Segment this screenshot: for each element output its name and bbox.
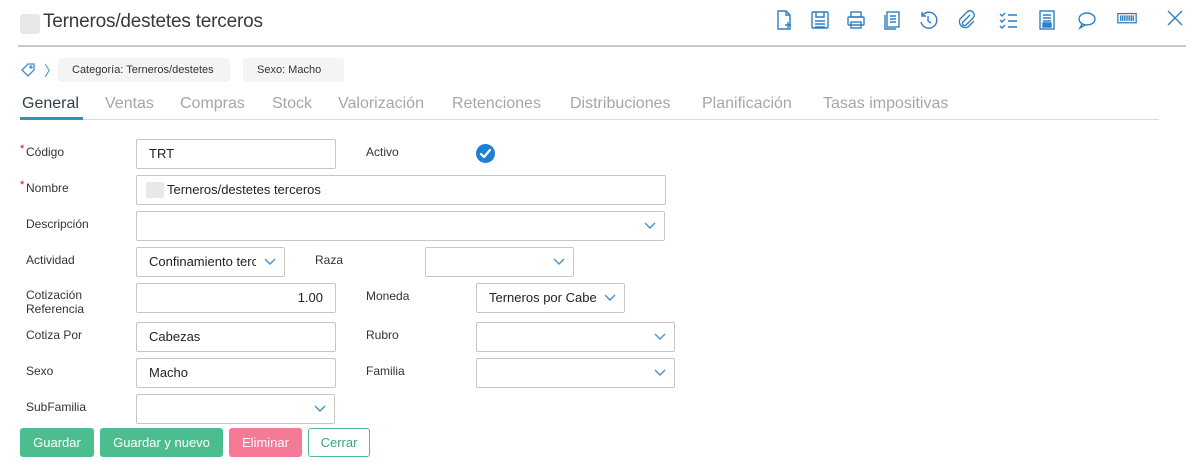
title-divider	[18, 45, 1186, 47]
tab-general[interactable]: General	[22, 95, 79, 113]
chevron-down-icon	[644, 222, 656, 230]
tab-retenciones[interactable]: Retenciones	[452, 95, 541, 113]
familia-select[interactable]	[476, 358, 675, 388]
descripcion-label: Descripción	[26, 217, 89, 231]
save-icon[interactable]	[809, 9, 831, 31]
nombre-input[interactable]: Terneros/destetes terceros	[136, 175, 666, 205]
comment-icon[interactable]	[1076, 9, 1098, 31]
descripcion-select[interactable]	[136, 211, 665, 241]
moneda-select[interactable]: Terneros por Cabeza	[476, 283, 625, 313]
cotiza-por-label: Cotiza Por	[26, 328, 83, 342]
rubro-select[interactable]	[476, 322, 675, 352]
save-and-new-button[interactable]: Guardar y nuevo	[100, 428, 223, 457]
new-document-icon[interactable]	[773, 9, 795, 31]
tab-tasas-impositivas[interactable]: Tasas impositivas	[823, 95, 948, 113]
cotiza-por-input[interactable]: Cabezas	[136, 322, 336, 352]
title-bar: Terneros/destetes terceros	[0, 0, 1199, 47]
codigo-label: * Código	[20, 143, 65, 159]
save-button[interactable]: Guardar	[20, 428, 94, 457]
barcode-icon[interactable]	[1116, 9, 1140, 31]
chevron-down-icon	[654, 369, 666, 377]
chevron-down-icon	[264, 258, 276, 266]
page-title: Terneros/destetes terceros	[43, 11, 263, 32]
cotizacion-input[interactable]: 1.00	[136, 283, 336, 313]
required-marker: *	[20, 143, 25, 155]
tab-stock[interactable]: Stock	[272, 95, 312, 113]
delete-button[interactable]: Eliminar	[229, 428, 302, 457]
cotizacion-label: Cotización Referencia	[26, 288, 85, 316]
active-tab-indicator	[20, 117, 83, 120]
report-icon[interactable]	[1036, 9, 1058, 31]
history-icon[interactable]	[917, 9, 939, 31]
codigo-input[interactable]: TRT	[136, 139, 336, 169]
close-icon[interactable]	[1164, 7, 1186, 29]
attach-icon[interactable]	[955, 9, 977, 31]
print-icon[interactable]	[845, 9, 867, 31]
raza-label: Raza	[315, 253, 344, 267]
nombre-label: * Nombre	[20, 179, 69, 195]
chevron-down-icon	[553, 258, 565, 266]
actividad-select[interactable]: Confinamiento terceros	[136, 247, 285, 277]
activo-label: Activo	[366, 145, 399, 159]
close-button[interactable]: Cerrar	[308, 428, 370, 457]
chevron-down-icon	[604, 294, 616, 302]
moneda-label: Moneda	[366, 289, 410, 303]
activo-checkbox[interactable]	[476, 144, 495, 163]
chevron-right-icon[interactable]: 〉	[44, 61, 58, 81]
familia-label: Familia	[366, 364, 405, 378]
moneda-value: Terneros por Cabeza	[489, 290, 596, 305]
tag-icon[interactable]	[20, 62, 36, 78]
rubro-label: Rubro	[366, 328, 399, 342]
tab-valorizacion[interactable]: Valorización	[338, 95, 424, 113]
chevron-down-icon	[314, 405, 326, 413]
tab-distribuciones[interactable]: Distribuciones	[570, 95, 670, 113]
tab-bar: General Ventas Compras Stock Valorizació…	[20, 92, 1159, 120]
actividad-value: Confinamiento terceros	[149, 254, 256, 269]
sexo-label: Sexo	[26, 364, 54, 378]
copy-icon[interactable]	[881, 9, 903, 31]
subfamilia-select[interactable]	[136, 394, 335, 424]
sexo-input[interactable]: Macho	[136, 358, 336, 388]
subfamilia-label: SubFamilia	[26, 400, 87, 414]
required-marker: *	[20, 179, 25, 191]
checklist-icon[interactable]	[997, 9, 1019, 31]
tab-compras[interactable]: Compras	[180, 95, 245, 113]
actividad-label: Actividad	[26, 253, 75, 267]
tab-ventas[interactable]: Ventas	[105, 95, 154, 113]
app-icon	[20, 14, 40, 34]
raza-select[interactable]	[425, 247, 574, 277]
name-swatch	[146, 181, 164, 198]
filter-chip-categoria[interactable]: Categoría: Terneros/destetes	[58, 58, 230, 82]
nombre-value: Terneros/destetes terceros	[167, 182, 321, 197]
tab-planificacion[interactable]: Planificación	[702, 95, 792, 113]
filter-chip-sexo[interactable]: Sexo: Macho	[243, 58, 344, 82]
chevron-down-icon	[654, 333, 666, 341]
